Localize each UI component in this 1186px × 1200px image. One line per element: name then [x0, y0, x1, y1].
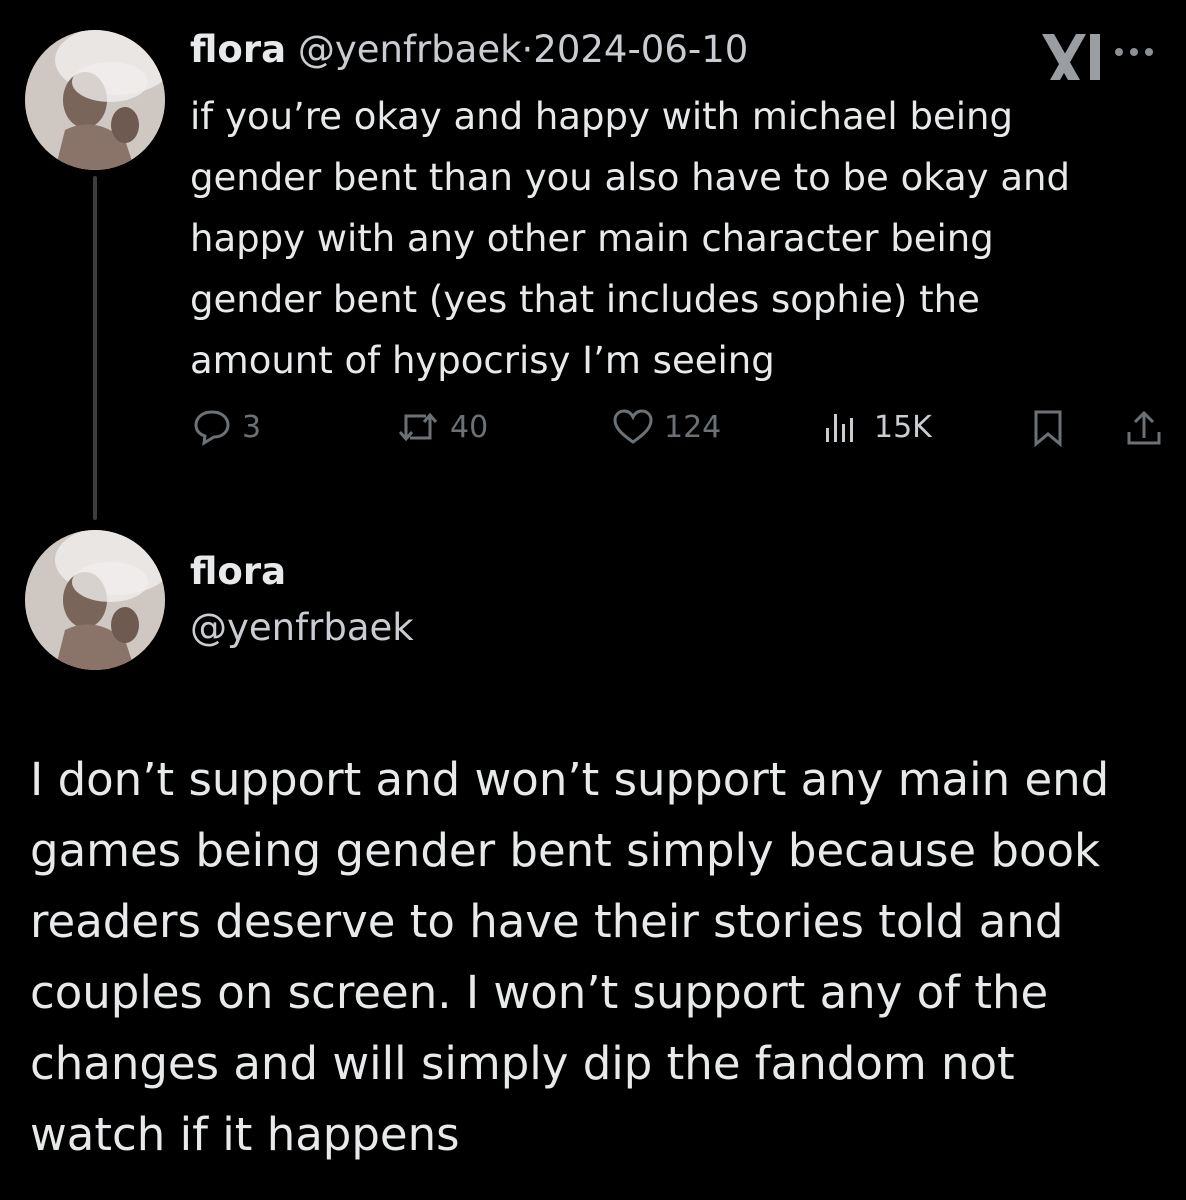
avatar[interactable]	[25, 30, 165, 170]
reply-count: 3	[242, 409, 262, 445]
tweet1-text: if you’re okay and happy with michael be…	[190, 95, 1070, 382]
avatar[interactable]	[25, 530, 165, 670]
avatar-photo	[25, 530, 165, 670]
tweet1-header: flora @yenfrbaek·2024-06-10	[190, 24, 748, 76]
handle[interactable]: @yenfrbaek	[298, 28, 522, 71]
more-icon[interactable]	[1115, 44, 1173, 60]
display-name[interactable]: flora	[190, 28, 286, 71]
repost-icon	[398, 412, 438, 442]
like-count: 124	[664, 409, 722, 445]
thread-line	[93, 176, 97, 520]
repost-button[interactable]: 40	[396, 408, 488, 446]
views-button[interactable]: 15K	[820, 408, 932, 446]
reply-button[interactable]: 3	[192, 408, 261, 446]
repost-count: 40	[450, 409, 489, 445]
separator: ·	[521, 28, 534, 71]
share-icon	[1127, 410, 1161, 445]
handle[interactable]: @yenfrbaek	[190, 602, 414, 654]
views-icon	[826, 414, 853, 442]
share-button[interactable]	[1124, 408, 1164, 448]
like-icon	[613, 409, 653, 444]
avatar-photo	[25, 30, 165, 170]
tweet2-text: I don’t support and won’t support any ma…	[30, 753, 1110, 1161]
bookmark-icon	[1034, 410, 1062, 448]
like-button[interactable]: 124	[612, 408, 721, 446]
x-logo-icon	[1040, 32, 1102, 82]
display-name[interactable]: flora	[190, 546, 286, 598]
bookmark-button[interactable]	[1030, 408, 1066, 448]
tweet-actions: 3 40 124 15K	[0, 400, 1186, 460]
tweet-date[interactable]: 2024-06-10	[533, 28, 748, 71]
reply-icon	[194, 410, 230, 446]
views-count: 15K	[874, 409, 932, 445]
